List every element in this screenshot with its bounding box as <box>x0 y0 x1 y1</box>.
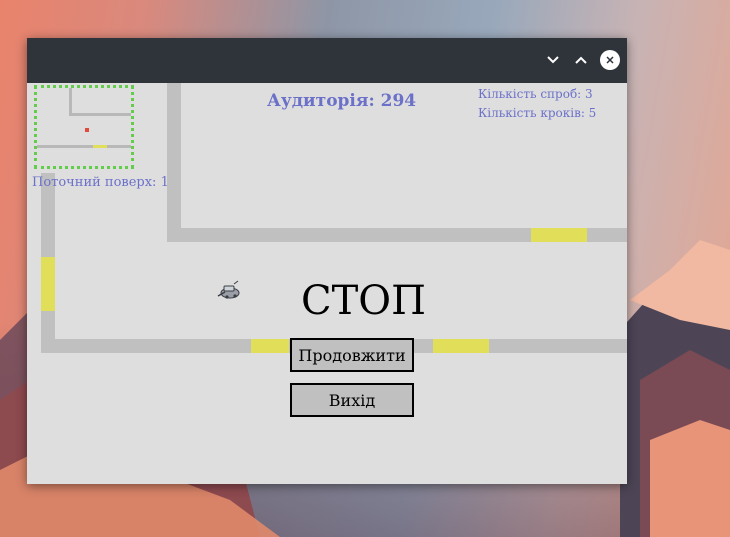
window-titlebar[interactable] <box>27 38 627 83</box>
minimap-door <box>93 145 107 148</box>
door <box>251 339 289 353</box>
chevron-up-icon <box>575 56 587 64</box>
close-icon <box>606 56 614 64</box>
game-area[interactable]: Поточний поверх: 1 Аудиторія: 294 Кількі… <box>27 83 627 484</box>
minimap-player-marker <box>85 128 89 132</box>
current-floor-label: Поточний поверх: 1 <box>32 175 169 190</box>
minimap-wall <box>69 113 131 116</box>
continue-button[interactable]: Продовжити <box>290 338 414 372</box>
chevron-down-icon <box>547 56 559 64</box>
minimap-wall <box>69 88 72 116</box>
door <box>433 339 489 353</box>
wall <box>167 83 181 242</box>
minimap <box>34 85 134 169</box>
maximize-button[interactable] <box>571 50 591 70</box>
minimize-button[interactable] <box>543 50 563 70</box>
steps-counter: Кількість кроків: 5 <box>478 106 597 120</box>
minimap-wall <box>37 145 131 148</box>
pause-title: СТОП <box>301 278 426 324</box>
room-label: Аудиторія: 294 <box>267 91 417 111</box>
close-button[interactable] <box>600 50 620 70</box>
robot-vacuum-icon <box>217 280 240 299</box>
attempts-counter: Кількість спроб: 3 <box>478 87 593 101</box>
door <box>41 257 55 311</box>
game-window: Поточний поверх: 1 Аудиторія: 294 Кількі… <box>27 38 627 484</box>
exit-button[interactable]: Вихід <box>290 383 414 417</box>
door <box>531 228 587 242</box>
